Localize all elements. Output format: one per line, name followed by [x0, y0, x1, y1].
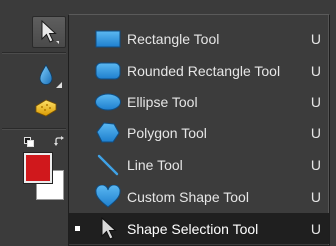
menu-item-label: Rounded Rectangle Tool [127, 62, 281, 79]
shape-selection-tool-button[interactable] [32, 16, 66, 48]
menu-item-label: Custom Shape Tool [127, 188, 249, 205]
toolbox [0, 0, 68, 246]
default-colors-icon[interactable] [24, 137, 34, 147]
menu-item-rectangle-tool[interactable]: Rectangle Tool U [69, 23, 329, 54]
menu-item-label: Shape Selection Tool [127, 220, 259, 237]
toolbox-divider [2, 53, 66, 54]
shortcut-key: U [310, 30, 321, 47]
menu-item-label: Polygon Tool [127, 124, 207, 141]
menu-item-ellipse-tool[interactable]: Ellipse Tool U [69, 86, 329, 117]
foreground-color-swatch[interactable] [24, 153, 52, 183]
shortcut-key: U [310, 124, 321, 141]
blur-tool-button[interactable] [30, 60, 62, 90]
current-tool-bullet [75, 226, 80, 231]
menu-item-line-tool[interactable]: Line Tool U [69, 149, 329, 180]
arrow-select-icon [41, 19, 59, 44]
shortcut-key: U [310, 62, 321, 79]
tool-group-corner-icon [56, 82, 62, 88]
toolbox-divider [2, 129, 66, 130]
shape-tools-flyout-menu: Rectangle Tool U Rounded Rectangle Tool … [68, 14, 330, 246]
swap-colors-icon[interactable] [54, 136, 66, 148]
shortcut-key: U [310, 156, 321, 173]
sponge-tool-button[interactable] [30, 92, 62, 122]
menu-item-polygon-tool[interactable]: Polygon Tool U [69, 117, 329, 148]
ellipse-shape-icon [93, 88, 123, 116]
polygon-shape-icon [93, 119, 123, 147]
menu-item-custom-shape-tool[interactable]: Custom Shape Tool U [69, 181, 329, 212]
water-drop-icon [39, 64, 53, 85]
menu-item-label: Ellipse Tool [127, 93, 198, 110]
menu-item-rounded-rectangle-tool[interactable]: Rounded Rectangle Tool U [69, 55, 329, 86]
line-shape-icon [93, 151, 123, 179]
shortcut-key: U [310, 220, 321, 237]
heart-shape-icon [93, 183, 123, 211]
menu-item-shape-selection-tool[interactable]: Shape Selection Tool U [69, 213, 329, 244]
editor-window: Rectangle Tool U Rounded Rectangle Tool … [0, 0, 336, 246]
sponge-icon [35, 99, 57, 117]
rectangle-shape-icon [93, 25, 123, 53]
menu-item-label: Line Tool [127, 156, 183, 173]
arrow-pointer-icon [93, 215, 123, 243]
shortcut-key: U [310, 93, 321, 110]
shortcut-key: U [310, 188, 321, 205]
rounded-rectangle-shape-icon [93, 57, 123, 85]
menu-item-label: Rectangle Tool [127, 30, 220, 47]
